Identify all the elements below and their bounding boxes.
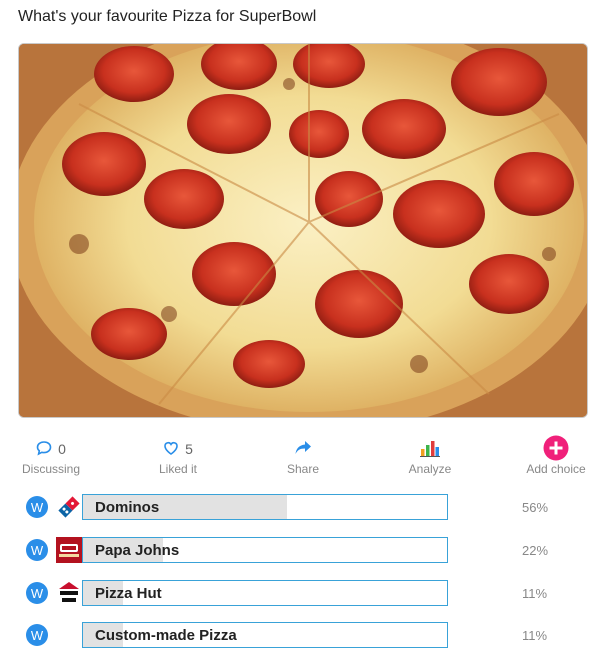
choice-bar[interactable]: Pizza Hut <box>82 580 448 606</box>
papa-johns-logo-icon <box>56 537 82 563</box>
discussing-button[interactable]: 0 Discussing <box>6 438 96 476</box>
choice-row-pizza-hut[interactable]: W Pizza Hut 11% <box>0 578 601 608</box>
analyze-button[interactable]: Analyze <box>385 438 475 476</box>
choice-name: Papa Johns <box>95 542 180 559</box>
bar-chart-icon <box>420 439 440 460</box>
voter-avatar: W <box>26 496 48 518</box>
liked-label: Liked it <box>158 462 198 476</box>
dominos-logo-icon <box>56 494 82 520</box>
choice-name: Pizza Hut <box>95 585 162 602</box>
pizza-image[interactable] <box>18 43 588 418</box>
add-choice-label: Add choice <box>526 462 586 476</box>
analyze-label: Analyze <box>408 462 452 476</box>
choice-row-dominos[interactable]: W Dominos 56% <box>0 492 601 522</box>
poll-title: What's your favourite Pizza for SuperBow… <box>18 8 317 25</box>
add-choice-button[interactable]: Add choice <box>511 435 601 476</box>
liked-count: 5 <box>185 441 193 457</box>
voter-avatar: W <box>26 539 48 561</box>
choice-percent: 11% <box>522 586 548 601</box>
comment-icon <box>36 440 52 459</box>
choice-percent: 56% <box>522 500 549 515</box>
choice-percent: 11% <box>522 628 548 643</box>
discussing-label: Discussing <box>21 462 81 476</box>
choice-percent: 22% <box>522 543 549 558</box>
plus-circle-icon <box>543 435 569 464</box>
heart-icon <box>163 440 179 459</box>
like-button[interactable]: 5 Liked it <box>133 438 223 476</box>
poll-actions-bar: 0 Discussing 5 Liked it Share Analyze Ad… <box>0 435 601 484</box>
choice-bar[interactable]: Dominos <box>82 494 448 520</box>
voter-avatar: W <box>26 582 48 604</box>
pizza-hut-logo-icon <box>56 580 82 606</box>
share-button[interactable]: Share <box>258 438 348 476</box>
choice-bar[interactable]: Papa Johns <box>82 537 448 563</box>
pepperoni-pizza-picture <box>19 44 587 417</box>
voter-avatar: W <box>26 624 48 646</box>
choice-name: Dominos <box>95 499 160 516</box>
discussing-count: 0 <box>58 441 66 457</box>
choice-row-custom-made[interactable]: W Custom-made Pizza 11% <box>0 620 601 650</box>
choice-name: Custom-made Pizza <box>95 627 237 644</box>
choice-row-papa-johns[interactable]: W Papa Johns 22% <box>0 535 601 565</box>
share-label: Share <box>286 462 320 476</box>
choice-bar[interactable]: Custom-made Pizza <box>82 622 448 648</box>
share-icon <box>294 440 312 459</box>
